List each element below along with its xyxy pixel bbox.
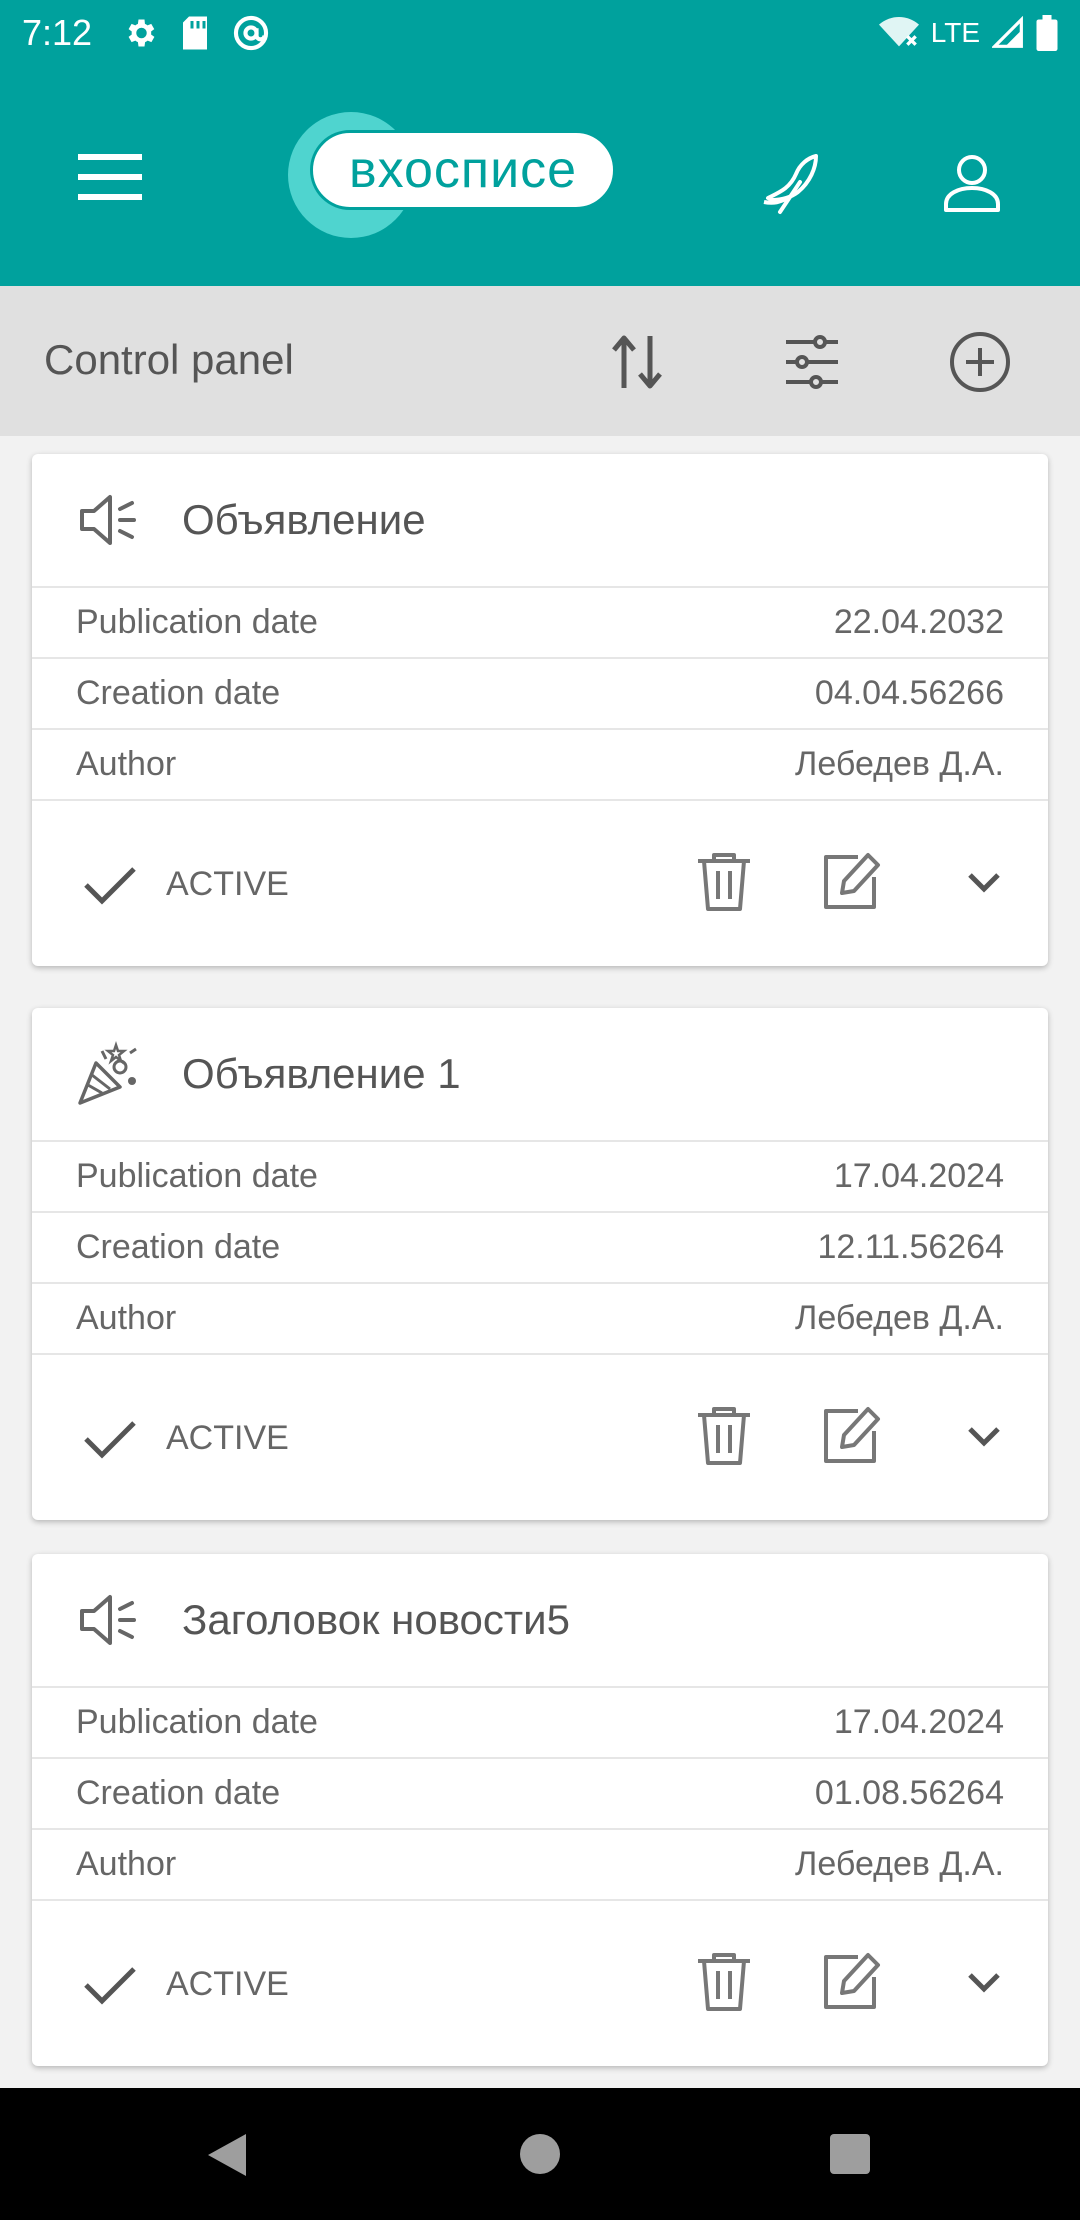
at-sign-icon [233, 15, 269, 51]
menu-icon[interactable] [78, 152, 142, 202]
chevron-down-icon[interactable] [964, 867, 1004, 897]
add-circle-icon[interactable] [948, 330, 1012, 394]
network-type: LTE [930, 17, 980, 48]
card-footer: ACTIVE [32, 1355, 1048, 1519]
announcement-list: Объявление Publication date 22.04.2032 C… [0, 436, 1080, 2088]
announcement-card[interactable]: Заголовок новости5 Publication date 17.0… [32, 1554, 1048, 2066]
row-label: Publication date [76, 1703, 318, 1741]
row-value: 12.11.56264 [817, 1228, 1004, 1266]
row-label: Creation date [76, 1774, 281, 1812]
control-panel-title: Control panel [44, 336, 294, 383]
back-icon[interactable] [204, 2132, 250, 2178]
status-label: ACTIVE [166, 1965, 289, 2003]
user-icon[interactable] [940, 150, 1004, 214]
battery-icon [1036, 15, 1058, 51]
row-value: 04.04.56266 [814, 674, 1004, 712]
info-row: Publication date 17.04.2024 [32, 1688, 1048, 1759]
wifi-icon [878, 17, 919, 47]
row-label: Creation date [76, 674, 281, 712]
chevron-down-icon[interactable] [964, 1421, 1004, 1451]
navigation-bar [0, 2088, 1080, 2220]
card-header: Объявление [32, 454, 1048, 588]
card-title: Заголовок новости5 [182, 1596, 570, 1643]
filter-icon[interactable] [780, 330, 844, 394]
check-icon [82, 1417, 138, 1461]
card-footer: ACTIVE [32, 801, 1048, 965]
info-row: Author Лебедев Д.А. [32, 730, 1048, 801]
info-row: Publication date 22.04.2032 [32, 588, 1048, 659]
card-header: Объявление 1 [32, 1008, 1048, 1142]
row-value: 01.08.56264 [814, 1774, 1004, 1812]
card-title: Объявление [182, 496, 426, 543]
row-value: Лебедев Д.А. [795, 1299, 1004, 1337]
megaphone-icon [76, 1587, 142, 1653]
gear-icon [128, 19, 155, 47]
check-icon [82, 863, 138, 907]
edit-icon[interactable] [818, 849, 882, 913]
logo-text: вхосписе [310, 130, 616, 210]
info-row: Author Лебедев Д.А. [32, 1830, 1048, 1901]
recents-icon[interactable] [830, 2134, 870, 2174]
info-row: Creation date 12.11.56264 [32, 1213, 1048, 1284]
info-row: Publication date 17.04.2024 [32, 1142, 1048, 1213]
card-title: Объявление 1 [182, 1050, 461, 1097]
row-label: Publication date [76, 1157, 318, 1195]
chevron-down-icon[interactable] [964, 1967, 1004, 1997]
party-popper-icon [76, 1041, 142, 1107]
check-icon [82, 1963, 138, 2007]
info-row: Creation date 01.08.56264 [32, 1759, 1048, 1830]
row-label: Author [76, 745, 177, 783]
feather-icon[interactable] [760, 152, 824, 216]
app-logo: вхосписе [288, 112, 618, 238]
row-value: Лебедев Д.А. [795, 1845, 1004, 1883]
status-label: ACTIVE [166, 865, 289, 903]
row-value: 17.04.2024 [833, 1157, 1004, 1195]
announcement-card[interactable]: Объявление Publication date 22.04.2032 C… [32, 454, 1048, 966]
sort-icon[interactable] [606, 330, 670, 394]
row-label: Publication date [76, 603, 318, 641]
edit-icon[interactable] [818, 1403, 882, 1467]
app-bar: вхосписе [0, 66, 1080, 286]
status-label: ACTIVE [166, 1419, 289, 1457]
trash-icon[interactable] [692, 1403, 756, 1467]
sd-card-icon [183, 16, 208, 50]
status-bar: 7:12 LTE [0, 0, 1080, 66]
row-value: Лебедев Д.А. [795, 745, 1004, 783]
announcement-card[interactable]: Объявление 1 Publication date 17.04.2024… [32, 1008, 1048, 1520]
home-icon[interactable] [520, 2134, 560, 2174]
trash-icon[interactable] [692, 849, 756, 913]
signal-icon [992, 16, 1023, 48]
card-footer: ACTIVE [32, 1901, 1048, 2065]
row-value: 17.04.2024 [833, 1703, 1004, 1741]
megaphone-icon [76, 487, 142, 553]
info-row: Creation date 04.04.56266 [32, 659, 1048, 730]
row-value: 22.04.2032 [833, 603, 1004, 641]
row-label: Author [76, 1845, 177, 1883]
row-label: Author [76, 1299, 177, 1337]
edit-icon[interactable] [818, 1949, 882, 2013]
status-time: 7:12 [22, 12, 93, 53]
trash-icon[interactable] [692, 1949, 756, 2013]
card-header: Заголовок новости5 [32, 1554, 1048, 1688]
row-label: Creation date [76, 1228, 281, 1266]
control-panel-bar: Control panel [0, 286, 1080, 436]
info-row: Author Лебедев Д.А. [32, 1284, 1048, 1355]
